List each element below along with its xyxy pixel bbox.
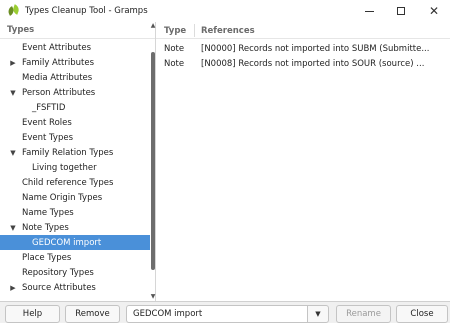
tree-item[interactable]: Event Attributes (0, 40, 150, 55)
references-list[interactable]: Type References Note [N0000] Records not… (156, 22, 450, 301)
reference-type: Note (164, 44, 185, 54)
types-tree[interactable]: Types Event Attributes ▶ Family Attributes… (0, 22, 156, 301)
tree-item-label: Living together (32, 162, 97, 173)
minimize-button[interactable] (354, 0, 384, 22)
bottom-bar: Help Remove GEDCOM import ▼ Rename Close (0, 301, 450, 323)
tree-item[interactable]: GEDCOM import (0, 235, 150, 250)
tree-item-label: Child reference Types (22, 177, 114, 188)
tree-item[interactable]: Living together (0, 160, 150, 175)
tree-item-label: Name Origin Types (22, 192, 103, 203)
tree-item[interactable]: Place Types (0, 250, 150, 265)
maximize-icon (397, 7, 405, 15)
tree-item[interactable]: Media Attributes (0, 70, 150, 85)
tree-item[interactable]: _FSFTID (0, 100, 150, 115)
minimize-icon (364, 10, 374, 12)
column-separator (194, 24, 195, 37)
collapsed-arrow-icon[interactable]: ▶ (9, 59, 17, 67)
expanded-arrow-icon[interactable]: ▼ (9, 149, 17, 157)
gramps-app-icon (6, 4, 21, 17)
tree-item-label: Place Types (22, 252, 72, 263)
tree-item[interactable]: Child reference Types (0, 175, 150, 190)
rename-button[interactable]: Rename (336, 305, 391, 323)
type-name-combo-entry[interactable]: GEDCOM import (126, 305, 308, 323)
tree-item[interactable]: ▼ Family Relation Types (0, 145, 150, 160)
reference-row[interactable]: Note [N0000] Records not imported into S… (156, 41, 450, 56)
tree-item-label: Name Types (22, 207, 74, 218)
tree-item[interactable]: Name Types (0, 205, 150, 220)
tree-item-label: GEDCOM import (32, 237, 102, 248)
reference-type: Note (164, 59, 185, 69)
maximize-button[interactable] (386, 0, 416, 22)
close-button[interactable]: Close (396, 305, 448, 323)
help-button[interactable]: Help (5, 305, 60, 323)
tree-item-label: Media Attributes (22, 72, 93, 83)
close-window-button[interactable]: ✕ (419, 0, 449, 22)
combo-dropdown-button[interactable]: ▼ (307, 305, 329, 323)
reference-row[interactable]: Note [N0008] Records not imported into S… (156, 56, 450, 71)
dropdown-arrow-icon: ▼ (315, 310, 321, 318)
type-column-header[interactable]: Type (164, 26, 186, 36)
tree-item[interactable]: Repository Types (0, 265, 150, 280)
window-title: Types Cleanup Tool - Gramps (25, 6, 148, 16)
reference-text: [N0000] Records not imported into SUBM (… (201, 44, 430, 54)
tree-item-label: Event Attributes (22, 42, 92, 53)
tree-item-label: Event Types (22, 132, 74, 143)
references-header: Type References (156, 22, 450, 39)
tree-item[interactable]: Name Origin Types (0, 190, 150, 205)
tree-item-label: _FSFTID (32, 102, 66, 113)
expanded-arrow-icon[interactable]: ▼ (9, 89, 17, 97)
tree-item[interactable]: ▼ Person Attributes (0, 85, 150, 100)
tree-item-label: Event Roles (22, 117, 72, 128)
scrollbar-thumb[interactable] (151, 52, 155, 270)
tree-item-label: Repository Types (22, 267, 94, 278)
collapsed-arrow-icon[interactable]: ▶ (9, 284, 17, 292)
tree-item[interactable]: Event Types (0, 130, 150, 145)
references-column-header[interactable]: References (201, 26, 255, 36)
tree-item[interactable]: ▶ Family Attributes (0, 55, 150, 70)
tree-item[interactable]: Event Roles (0, 115, 150, 130)
types-column-header[interactable]: Types (0, 22, 155, 39)
reference-text: [N0008] Records not imported into SOUR (… (201, 59, 425, 69)
expanded-arrow-icon[interactable]: ▼ (9, 224, 17, 232)
remove-button[interactable]: Remove (65, 305, 120, 323)
tree-item[interactable]: ▼ Note Types (0, 220, 150, 235)
close-icon: ✕ (428, 4, 440, 18)
tree-item[interactable]: ▶ Source Attributes (0, 280, 150, 295)
